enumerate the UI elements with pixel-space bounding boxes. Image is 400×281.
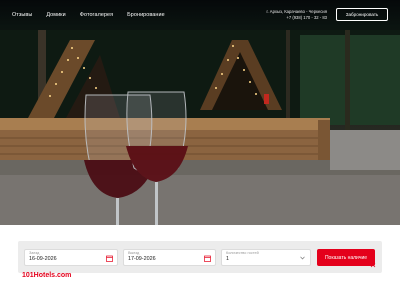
guests-select[interactable]: Количество гостей 1 [221,249,311,266]
nav-item-gallery[interactable]: Фотогалерея [80,12,113,18]
guests-value: 1 [226,256,229,262]
checkin-field[interactable]: Заезд 16-09-2026 [24,249,118,266]
book-button[interactable]: Забронировать [336,8,388,21]
nav-menu: Отзывы Домики Фотогалерея Бронирование [12,12,165,18]
calendar-icon [106,255,113,262]
top-navigation: Отзывы Домики Фотогалерея Бронирование г… [0,0,400,30]
availability-search-panel: Заезд 16-09-2026 Выезд 17-09-2026 Количе… [18,241,382,273]
checkout-value: 17-09-2026 [128,256,156,262]
hero-photo: Отзывы Домики Фотогалерея Бронирование г… [0,0,400,225]
address-text: г. Архыз, Карачаево - Черкесия [266,9,327,14]
chevron-down-icon [300,256,305,260]
checkin-value: 16-09-2026 [29,256,57,262]
calendar-icon [204,255,211,262]
hero-illustration [0,30,400,225]
nav-item-booking[interactable]: Бронирование [127,12,165,18]
contact-info: г. Архыз, Карачаево - Черкесия +7 (938) … [266,9,327,20]
phone-link[interactable]: +7 (938) 170 - 32 - 83 [266,15,327,21]
nav-item-reviews[interactable]: Отзывы [12,12,32,18]
show-availability-button[interactable]: Показать наличие [317,249,375,266]
close-icon[interactable] [370,262,376,268]
checkout-field[interactable]: Выезд 17-09-2026 [123,249,216,266]
nav-item-cabins[interactable]: Домики [46,12,65,18]
brand-logo[interactable]: 101Hotels.com [22,272,71,279]
